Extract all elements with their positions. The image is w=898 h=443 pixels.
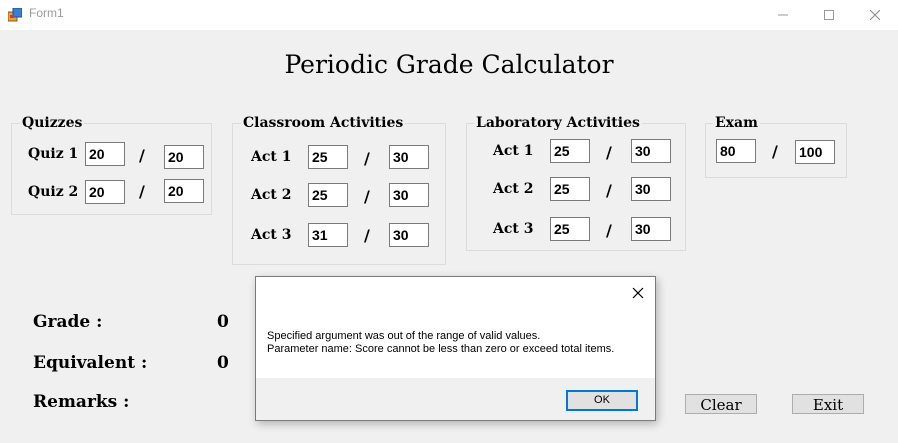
grade-value: 0 bbox=[217, 312, 229, 332]
lab-act2-label: Act 2 bbox=[493, 181, 534, 197]
dialog-message-line2: Parameter name: Score cannot be less tha… bbox=[267, 343, 615, 355]
quizzes-group-label: Quizzes bbox=[20, 115, 85, 131]
exam-score-input[interactable]: 80 bbox=[716, 139, 756, 163]
close-window-button[interactable] bbox=[852, 0, 898, 30]
lab-act2-score-input[interactable]: 25 bbox=[550, 177, 590, 201]
separator-slash: / bbox=[606, 181, 612, 200]
minimize-button[interactable] bbox=[760, 0, 806, 30]
ok-button[interactable]: OK bbox=[566, 390, 638, 411]
lab-act1-score-input[interactable]: 25 bbox=[550, 139, 590, 163]
grade-label: Grade : bbox=[33, 312, 103, 332]
separator-slash: / bbox=[139, 146, 145, 165]
quiz2-score-input[interactable]: 20 bbox=[85, 180, 125, 204]
classroom-group-label: Classroom Activities bbox=[241, 115, 406, 131]
classroom-act1-label: Act 1 bbox=[251, 149, 292, 165]
exam-group-label: Exam bbox=[713, 115, 760, 131]
separator-slash: / bbox=[364, 187, 370, 206]
classroom-act1-total-input[interactable]: 30 bbox=[389, 145, 429, 169]
quiz2-label: Quiz 2 bbox=[28, 184, 79, 200]
maximize-icon bbox=[824, 10, 834, 20]
separator-slash: / bbox=[606, 221, 612, 240]
dialog-close-button[interactable] bbox=[628, 283, 648, 303]
error-dialog: Specified argument was out of the range … bbox=[255, 276, 656, 421]
classroom-act2-total-input[interactable]: 30 bbox=[389, 183, 429, 207]
exam-total-input[interactable]: 100 bbox=[795, 140, 835, 164]
classroom-act3-label: Act 3 bbox=[251, 227, 292, 243]
dialog-message-line1: Specified argument was out of the range … bbox=[267, 330, 541, 342]
quiz1-label: Quiz 1 bbox=[28, 146, 79, 162]
quiz1-total-input[interactable]: 20 bbox=[164, 145, 204, 169]
window-titlebar[interactable]: Form1 bbox=[0, 0, 898, 30]
separator-slash: / bbox=[772, 142, 778, 161]
separator-slash: / bbox=[364, 226, 370, 245]
equivalent-value: 0 bbox=[217, 353, 229, 373]
separator-slash: / bbox=[139, 182, 145, 201]
page-title: Periodic Grade Calculator bbox=[284, 50, 614, 79]
separator-slash: / bbox=[606, 143, 612, 162]
quiz1-score-input[interactable]: 20 bbox=[85, 142, 125, 166]
exit-button[interactable]: Exit bbox=[792, 394, 864, 414]
close-icon bbox=[632, 287, 644, 299]
close-icon bbox=[870, 10, 880, 20]
window-title: Form1 bbox=[29, 6, 64, 20]
classroom-act3-score-input[interactable]: 31 bbox=[308, 223, 348, 247]
app-icon bbox=[8, 8, 22, 22]
clear-button[interactable]: Clear bbox=[685, 394, 757, 414]
lab-act3-label: Act 3 bbox=[493, 221, 534, 237]
lab-act1-total-input[interactable]: 30 bbox=[631, 139, 671, 163]
dialog-footer: OK bbox=[256, 378, 655, 420]
lab-act2-total-input[interactable]: 30 bbox=[631, 177, 671, 201]
quiz2-total-input[interactable]: 20 bbox=[164, 179, 204, 203]
classroom-act3-total-input[interactable]: 30 bbox=[389, 223, 429, 247]
dialog-message: Specified argument was out of the range … bbox=[267, 330, 614, 356]
equivalent-label: Equivalent : bbox=[33, 353, 148, 373]
lab-act3-total-input[interactable]: 30 bbox=[631, 217, 671, 241]
lab-act1-label: Act 1 bbox=[493, 143, 534, 159]
laboratory-group-label: Laboratory Activities bbox=[474, 115, 642, 131]
maximize-button[interactable] bbox=[806, 0, 852, 30]
remarks-label: Remarks : bbox=[33, 392, 130, 412]
lab-act3-score-input[interactable]: 25 bbox=[550, 217, 590, 241]
minimize-icon bbox=[778, 14, 788, 16]
classroom-act2-score-input[interactable]: 25 bbox=[308, 183, 348, 207]
classroom-act1-score-input[interactable]: 25 bbox=[308, 145, 348, 169]
classroom-act2-label: Act 2 bbox=[251, 187, 292, 203]
separator-slash: / bbox=[364, 149, 370, 168]
